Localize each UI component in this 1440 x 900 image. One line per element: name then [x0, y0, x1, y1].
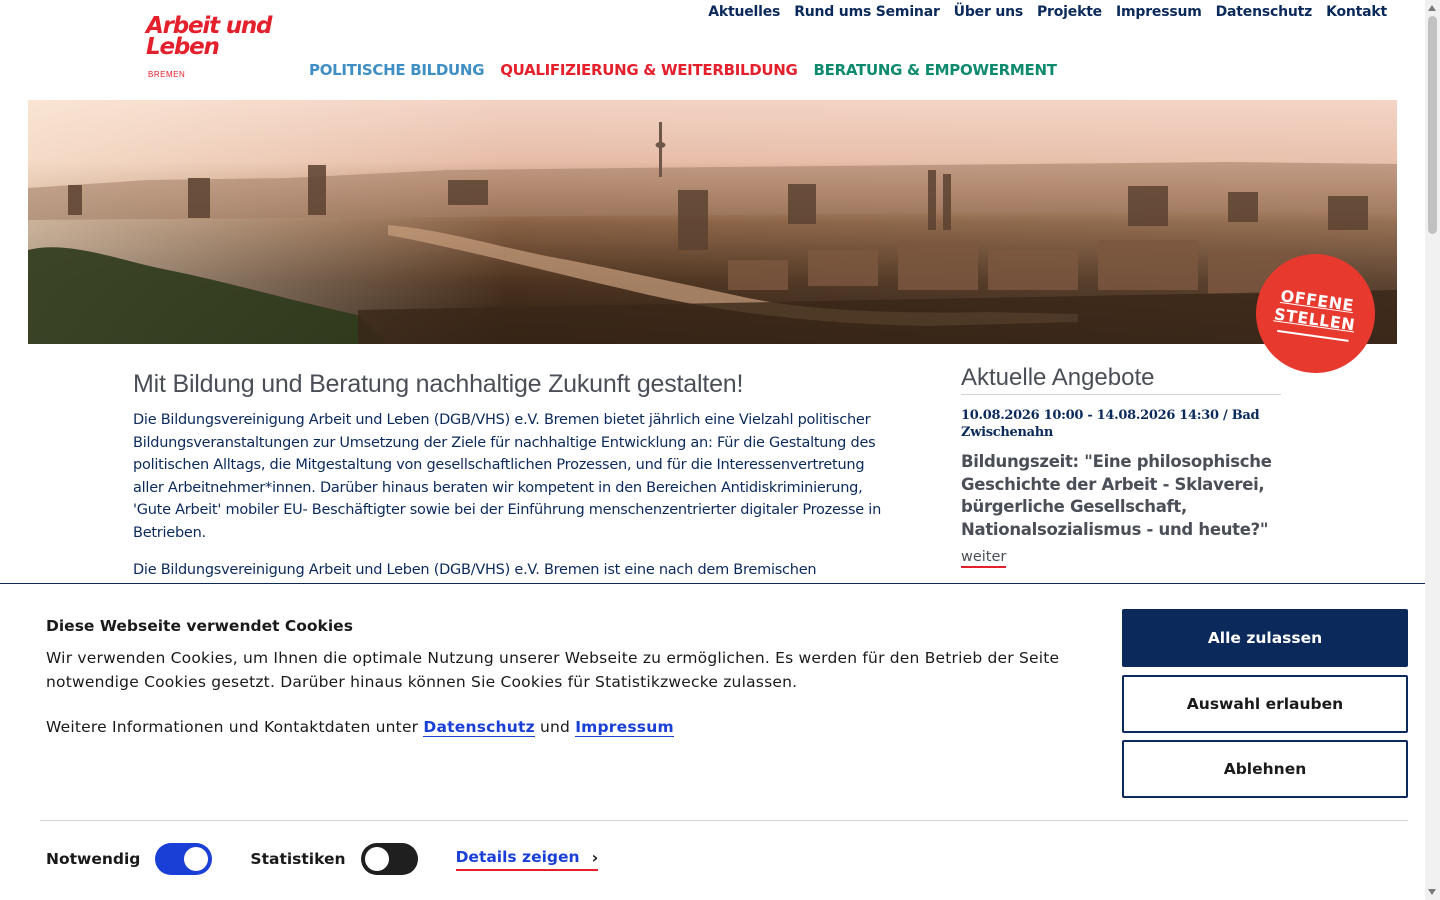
site-logo[interactable]: Arbeit und Leben BREMEN [146, 15, 276, 82]
city-skyline-illustration [28, 100, 1397, 344]
offers-heading: Aktuelle Angebote [961, 364, 1281, 395]
cookie-info-and: und [539, 718, 571, 736]
page-title: Mit Bildung und Beratung nachhaltige Zuk… [133, 370, 744, 398]
top-nav-impressum[interactable]: Impressum [1116, 4, 1202, 20]
scroll-down-icon[interactable] [1428, 889, 1436, 895]
necessary-label: Notwendig [46, 850, 141, 868]
details-link[interactable]: Details zeigen › [455, 847, 599, 871]
top-nav-aktuelles[interactable]: Aktuelles [708, 4, 780, 20]
cookie-text: Wir verwenden Cookies, um Ihnen die opti… [46, 649, 1060, 691]
toggle-knob [184, 847, 209, 871]
logo-line-2: Leben [146, 34, 220, 60]
cookie-banner: Diese Webseite verwendet Cookies Wir ver… [0, 583, 1425, 900]
cookie-toggles: Notwendig Statistiken Details zeigen › [46, 843, 599, 875]
accept-all-button[interactable]: Alle zulassen [1122, 609, 1408, 667]
offer-more-link[interactable]: weiter [961, 549, 1007, 568]
main-nav-beratung[interactable]: BERATUNG & EMPOWERMENT [814, 61, 1057, 79]
main-nav-qualifizierung[interactable]: QUALIFIZIERUNG & WEITERBILDUNG [500, 61, 798, 79]
logo-line-3: BREMEN [148, 70, 186, 79]
main-navigation: POLITISCHE BILDUNG QUALIFIZIERUNG & WEIT… [309, 61, 1057, 79]
top-nav-rund-ums-seminar[interactable]: Rund ums Seminar [794, 4, 940, 20]
cookie-info-prefix: Weitere Informationen und Kontaktdaten u… [46, 718, 419, 736]
cookie-info: Weitere Informationen und Kontaktdaten u… [46, 718, 674, 737]
main-nav-politische-bildung[interactable]: POLITISCHE BILDUNG [309, 61, 485, 79]
cookie-imprint-link[interactable]: Impressum [575, 718, 674, 737]
offer-date: 10.08.2026 10:00 - 14.08.2026 14:30 / Ba… [961, 408, 1260, 440]
second-paragraph: Die Bildungsvereinigung Arbeit und Leben… [133, 562, 817, 578]
top-nav-datenschutz[interactable]: Datenschutz [1216, 4, 1313, 20]
top-navigation: Aktuelles Rund ums Seminar Über uns Proj… [708, 4, 1387, 20]
scroll-up-icon[interactable] [1428, 5, 1436, 11]
page-scrollbar[interactable] [1425, 0, 1440, 900]
details-label: Details zeigen [455, 848, 580, 866]
top-nav-projekte[interactable]: Projekte [1037, 4, 1102, 20]
main-content: Mit Bildung und Beratung nachhaltige Zuk… [133, 370, 893, 582]
cookie-privacy-link[interactable]: Datenschutz [423, 718, 535, 737]
scrollbar-thumb[interactable] [1428, 16, 1437, 234]
current-offers: Aktuelle Angebote 10.08.2026 10:00 - 14.… [961, 364, 1281, 568]
cookie-divider [40, 820, 1408, 821]
chevron-right-icon: › [591, 847, 599, 867]
hero-image [28, 100, 1397, 344]
cookie-heading: Diese Webseite verwendet Cookies [46, 617, 353, 635]
reject-button[interactable]: Ablehnen [1122, 740, 1408, 798]
top-nav-ueber-uns[interactable]: Über uns [954, 4, 1024, 20]
top-nav-kontakt[interactable]: Kontakt [1326, 4, 1387, 20]
toggle-knob [364, 847, 389, 871]
statistics-label: Statistiken [250, 850, 346, 868]
intro-paragraph: Die Bildungsvereinigung Arbeit und Leben… [133, 412, 882, 541]
statistics-toggle[interactable] [360, 843, 418, 875]
allow-selection-button[interactable]: Auswahl erlauben [1122, 675, 1408, 733]
necessary-toggle[interactable] [155, 843, 213, 875]
offer-title: Bildungszeit: "Eine philosophische Gesch… [961, 452, 1272, 539]
